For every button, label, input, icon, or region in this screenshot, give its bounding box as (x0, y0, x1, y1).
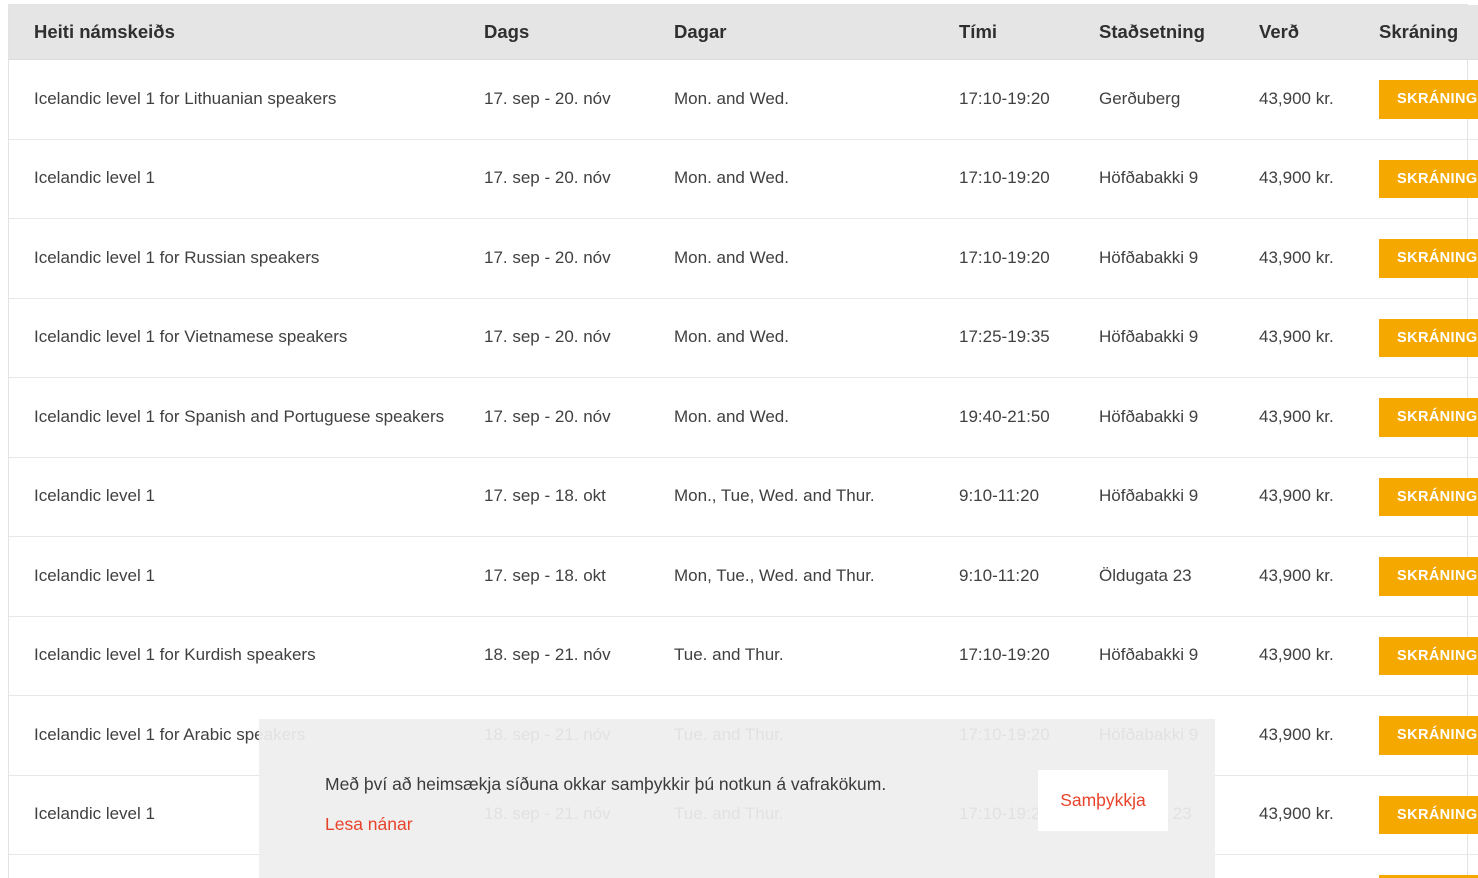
column-header-register: Skráning (1379, 5, 1478, 60)
register-button[interactable]: SKRÁNING (1379, 239, 1478, 278)
cell-course-name: Icelandic level 1 (9, 457, 484, 537)
cell-course-name: Icelandic level 1 for Russian speakers (9, 218, 484, 299)
cell-course-name: Icelandic level 1 for Lithuanian speaker… (9, 59, 484, 140)
cell-course-name: Icelandic level 1 (9, 536, 484, 617)
column-header-location: Staðsetning (1099, 5, 1259, 60)
table-header: Heiti námskeiðs Dags Dagar Tími Staðsetn… (9, 5, 1478, 60)
table-row: Icelandic level 1 17. sep - 18. okt Mon, T… (9, 536, 1478, 617)
column-header-name: Heiti námskeiðs (9, 5, 484, 60)
cell-price: 43,900 kr. (1259, 854, 1379, 878)
cell-price: 43,900 kr. (1259, 139, 1379, 219)
cell-date: 17. sep - 20. nóv (484, 59, 674, 140)
register-button[interactable]: SKRÁNING (1379, 557, 1478, 596)
cell-days: Mon. and Wed. (674, 59, 959, 140)
cookie-accept-button[interactable]: Samþykkja (1038, 770, 1168, 831)
cell-days: Mon., Tue, Wed. and Thur. (674, 457, 959, 537)
cell-location: Gerðuberg (1099, 59, 1259, 140)
cell-course-name: Icelandic level 1 (9, 139, 484, 219)
table-row: Icelandic level 1 for Spanish and Portug… (9, 377, 1478, 458)
cell-days: Tue. and Thur. (674, 616, 959, 696)
register-button[interactable]: SKRÁNING (1379, 398, 1478, 437)
page-root: Heiti námskeiðs Dags Dagar Tími Staðsetn… (0, 0, 1478, 878)
cookie-message: Með því að heimsækja síðuna okkar samþyk… (325, 774, 887, 794)
table-header-row: Heiti námskeiðs Dags Dagar Tími Staðsetn… (9, 5, 1478, 60)
cell-days: Mon. and Wed. (674, 218, 959, 299)
column-header-price: Verð (1259, 5, 1379, 60)
cell-price: 43,900 kr. (1259, 218, 1379, 299)
cell-location: Höfðabakki 9 (1099, 377, 1259, 458)
cell-days: Mon. and Wed. (674, 377, 959, 458)
cell-price: 43,900 kr. (1259, 775, 1379, 855)
table-row: Icelandic level 1 17. sep - 18. okt Mon., … (9, 457, 1478, 537)
cell-time: 17:10-19:20 (959, 616, 1099, 696)
cell-register: SKRÁNING (1379, 59, 1478, 140)
cell-time: 17:10-19:20 (959, 139, 1099, 219)
cell-register: SKRÁNING (1379, 457, 1478, 537)
cell-date: 17. sep - 20. nóv (484, 139, 674, 219)
cell-location: Öldugata 23 (1099, 536, 1259, 617)
cell-location: Höfðabakki 9 (1099, 218, 1259, 299)
cell-course-name: Icelandic level 1 for Spanish and Portug… (9, 377, 484, 458)
cell-price: 43,900 kr. (1259, 298, 1379, 378)
cell-date: 17. sep - 18. okt (484, 457, 674, 537)
register-button[interactable]: SKRÁNING (1379, 80, 1478, 119)
cell-register: SKRÁNING (1379, 218, 1478, 299)
register-button[interactable]: SKRÁNING (1379, 477, 1478, 516)
cell-date: 17. sep - 20. nóv (484, 377, 674, 458)
cell-price: 43,900 kr. (1259, 59, 1379, 140)
cell-price: 43,900 kr. (1259, 377, 1379, 458)
cell-time: 17:10-19:20 (959, 218, 1099, 299)
register-button[interactable]: SKRÁNING (1379, 159, 1478, 198)
cell-time: 9:10-11:20 (959, 457, 1099, 537)
register-button[interactable]: SKRÁNING (1379, 318, 1478, 357)
cell-course-name: Icelandic level 1 for Kurdish speakers (9, 616, 484, 696)
cell-days: Mon. and Wed. (674, 298, 959, 378)
cell-register: SKRÁNING (1379, 695, 1478, 776)
register-button[interactable]: SKRÁNING (1379, 795, 1478, 834)
cell-location: Höfðabakki 9 (1099, 457, 1259, 537)
cell-date: 17. sep - 18. okt (484, 536, 674, 617)
cell-register: SKRÁNING (1379, 139, 1478, 219)
cell-days: Mon. and Wed. (674, 139, 959, 219)
cell-date: 18. sep - 21. nóv (484, 616, 674, 696)
table-row: Icelandic level 1 for Lithuanian speaker… (9, 59, 1478, 140)
cell-time: 17:25-19:35 (959, 298, 1099, 378)
table-row: Icelandic level 1 for Kurdish speakers 18… (9, 616, 1478, 696)
cell-price: 43,900 kr. (1259, 457, 1379, 537)
cell-register: SKRÁNING (1379, 536, 1478, 617)
table-row: Icelandic level 1 for Russian speakers 17… (9, 218, 1478, 299)
cell-date: 17. sep - 20. nóv (484, 218, 674, 299)
register-button[interactable]: SKRÁNING (1379, 716, 1478, 755)
cell-time: 19:40-21:50 (959, 377, 1099, 458)
cell-register: SKRÁNING (1379, 298, 1478, 378)
cell-register: SKRÁNING (1379, 854, 1478, 878)
cell-time: 17:10-19:20 (959, 59, 1099, 140)
cell-location: Höfðabakki 9 (1099, 139, 1259, 219)
cell-location: Höfðabakki 9 (1099, 298, 1259, 378)
cell-register: SKRÁNING (1379, 616, 1478, 696)
cell-course-name: Icelandic level 1 for Vietnamese speaker… (9, 298, 484, 378)
table-row: Icelandic level 1 for Vietnamese speaker… (9, 298, 1478, 378)
cell-register: SKRÁNING (1379, 775, 1478, 855)
column-header-time: Tími (959, 5, 1099, 60)
cell-register: SKRÁNING (1379, 377, 1478, 458)
cell-price: 43,900 kr. (1259, 616, 1379, 696)
cell-days: Mon, Tue., Wed. and Thur. (674, 536, 959, 617)
cell-location: Höfðabakki 9 (1099, 616, 1259, 696)
register-button[interactable]: SKRÁNING (1379, 636, 1478, 675)
cell-price: 43,900 kr. (1259, 695, 1379, 776)
cookie-consent-banner: Með því að heimsækja síðuna okkar samþyk… (259, 719, 1215, 878)
column-header-days: Dagar (674, 5, 959, 60)
cell-price: 43,900 kr. (1259, 536, 1379, 617)
cell-time: 9:10-11:20 (959, 536, 1099, 617)
column-header-date: Dags (484, 5, 674, 60)
table-row: Icelandic level 1 17. sep - 20. nóv Mon. a… (9, 139, 1478, 219)
cell-date: 17. sep - 20. nóv (484, 298, 674, 378)
cookie-read-more-link[interactable]: Lesa nánar (325, 814, 413, 835)
